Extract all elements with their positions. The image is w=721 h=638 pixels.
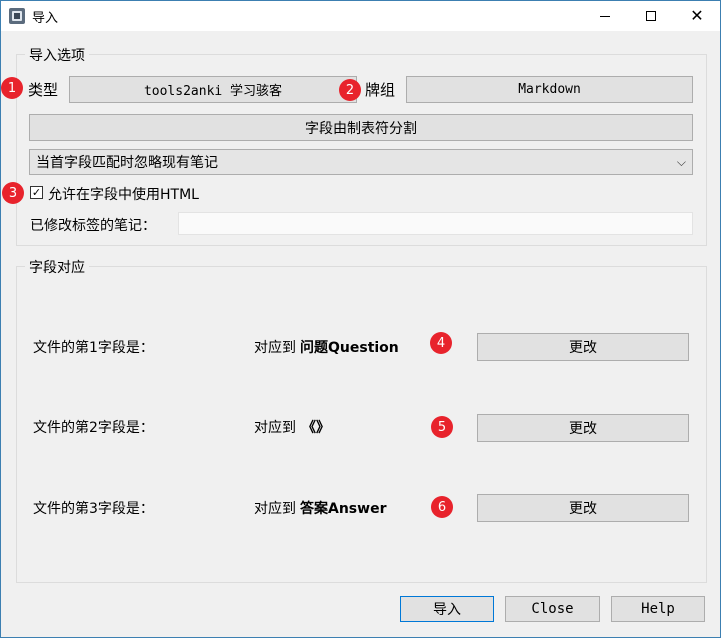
file-field-2-label: 文件的第2字段是： — [33, 420, 154, 436]
file-field-3-label: 文件的第3字段是： — [33, 501, 154, 517]
field-mapping-title: 字段对应 — [25, 257, 89, 277]
field-separator-button[interactable]: 字段由制表符分割 — [29, 114, 693, 141]
maps-to-3-target: 答案Answer — [300, 501, 387, 517]
close-icon: ✕ — [690, 6, 704, 25]
deck-label: 牌组 — [365, 81, 396, 99]
minimize-button[interactable] — [582, 1, 628, 31]
help-button[interactable]: Help — [611, 596, 705, 622]
allow-html-checkbox[interactable]: ✓ — [30, 186, 43, 199]
app-icon — [9, 8, 25, 24]
badge-4: 4 — [430, 332, 452, 354]
change-field-3-button[interactable]: 更改 — [477, 494, 689, 522]
import-options-title: 导入选项 — [25, 45, 89, 65]
type-label: 类型 — [28, 81, 59, 99]
tag-modified-input[interactable] — [178, 212, 693, 235]
chevron-down-icon: ⌵ — [676, 155, 686, 169]
badge-5: 5 — [431, 416, 453, 438]
allow-html-label: 允许在字段中使用HTML — [48, 187, 199, 203]
file-field-1-label: 文件的第1字段是： — [33, 340, 154, 356]
maximize-button[interactable] — [628, 1, 674, 31]
badge-3: 3 — [2, 182, 24, 204]
deck-button[interactable]: Markdown — [406, 76, 693, 103]
maps-to-1-target: 问题Question — [300, 340, 399, 356]
badge-1: 1 — [1, 77, 23, 99]
duplicate-mode-select[interactable]: 当首字段匹配时忽略现有笔记 ⌵ — [29, 149, 693, 175]
close-window-button[interactable]: ✕ — [674, 1, 720, 31]
window-title: 导入 — [32, 11, 59, 26]
minimize-icon — [600, 15, 610, 17]
maps-to-3-prefix: 对应到 — [254, 501, 296, 517]
change-field-1-button[interactable]: 更改 — [477, 333, 689, 361]
tag-modified-label: 已修改标签的笔记： — [30, 218, 156, 234]
maps-to-1-prefix: 对应到 — [254, 340, 296, 356]
maximize-icon — [646, 11, 656, 21]
close-button[interactable]: Close — [505, 596, 600, 622]
duplicate-mode-value: 当首字段匹配时忽略现有笔记 — [36, 155, 218, 171]
badge-2: 2 — [339, 79, 361, 101]
import-button[interactable]: 导入 — [400, 596, 494, 622]
change-field-2-button[interactable]: 更改 — [477, 414, 689, 442]
import-dialog: 导入 ✕ 导入选项 1 类型 tools2anki 学习骇客 2 牌组 Mark… — [0, 0, 721, 638]
maps-to-2-prefix: 对应到 — [254, 420, 296, 436]
note-type-button[interactable]: tools2anki 学习骇客 — [69, 76, 357, 103]
maps-to-2-target: 《》 — [302, 420, 330, 436]
badge-6: 6 — [431, 496, 453, 518]
title-bar: 导入 ✕ — [1, 1, 720, 31]
